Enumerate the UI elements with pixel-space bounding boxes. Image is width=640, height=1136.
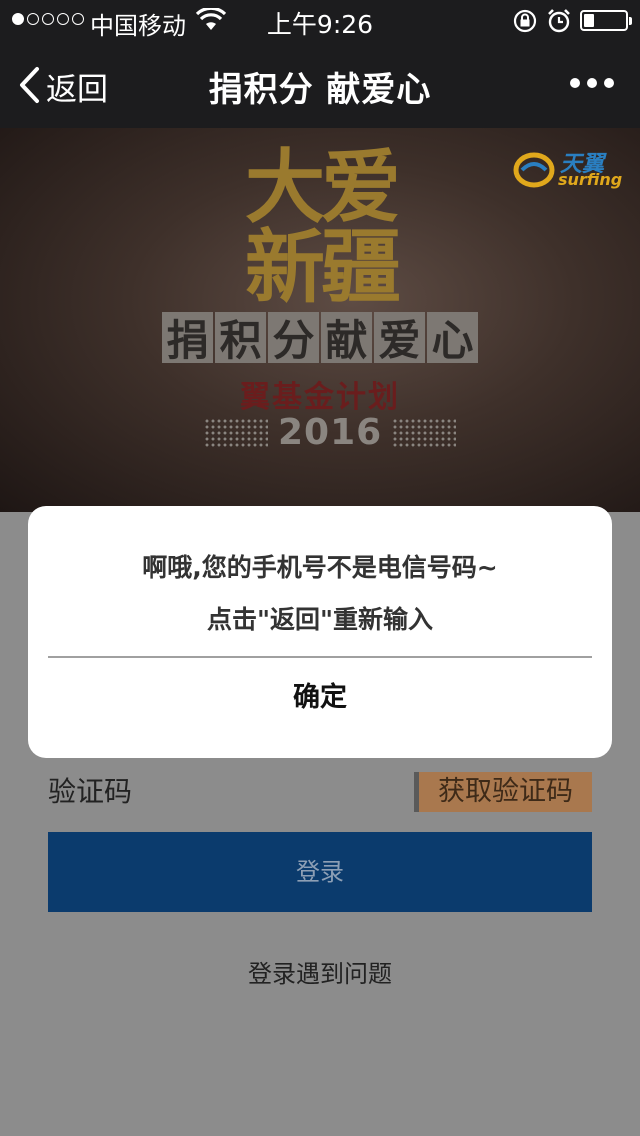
campaign-banner: 大爱 新疆 捐 积 分 献 爱 心 翼基金计划 2016 天翼 surfing	[0, 128, 640, 512]
clock: 上午9:26	[266, 10, 374, 39]
surfing-swirl-icon	[513, 152, 555, 188]
orientation-lock-icon	[512, 8, 538, 40]
banner-subtitle-char: 分	[268, 312, 319, 365]
banner-subtitle-char: 献	[321, 312, 372, 365]
battery-icon	[580, 10, 632, 31]
login-button[interactable]: 登录	[48, 832, 592, 912]
alarm-icon	[546, 8, 572, 40]
confirm-button[interactable]: 确定	[48, 658, 592, 738]
banner-year: 2016	[278, 412, 383, 453]
dot-pattern-left	[204, 417, 268, 448]
dialog-message-line1: 啊哦,您的手机号不是电信号码~	[142, 553, 498, 582]
banner-headline-line2: 新疆	[245, 221, 401, 314]
verification-code-label: 验证码	[48, 775, 133, 808]
page-title: 捐积分 献爱心	[208, 70, 432, 110]
banner-headline-line1: 大爱	[245, 141, 401, 234]
more-menu-button[interactable]	[570, 78, 614, 88]
dot-pattern-right	[392, 417, 457, 448]
surfing-logo: 天翼 surfing	[512, 146, 622, 194]
banner-subtitle-char: 积	[215, 312, 266, 365]
alert-dialog: 啊哦,您的手机号不是电信号码~ 点击"返回"重新输入 确定	[28, 506, 612, 758]
login-help-link[interactable]: 登录遇到问题	[0, 954, 640, 989]
status-bar: 中国移动 上午9:26	[0, 0, 640, 40]
dialog-message-line2: 点击"返回"重新输入	[206, 605, 434, 634]
logo-text-en: surfing	[558, 170, 623, 189]
banner-subtitle-char: 捐	[162, 312, 213, 365]
banner-year-row: 2016	[204, 412, 457, 453]
more-dots-icon	[570, 78, 580, 88]
banner-plan-name: 翼基金计划	[240, 380, 400, 415]
get-verification-code-button[interactable]: 获取验证码	[414, 772, 592, 812]
navigation-bar: 返回 捐积分 献爱心	[0, 40, 640, 128]
banner-subtitle-char: 爱	[374, 312, 425, 365]
banner-subtitle: 捐 积 分 献 爱 心	[162, 312, 478, 365]
banner-subtitle-char: 心	[427, 312, 478, 365]
